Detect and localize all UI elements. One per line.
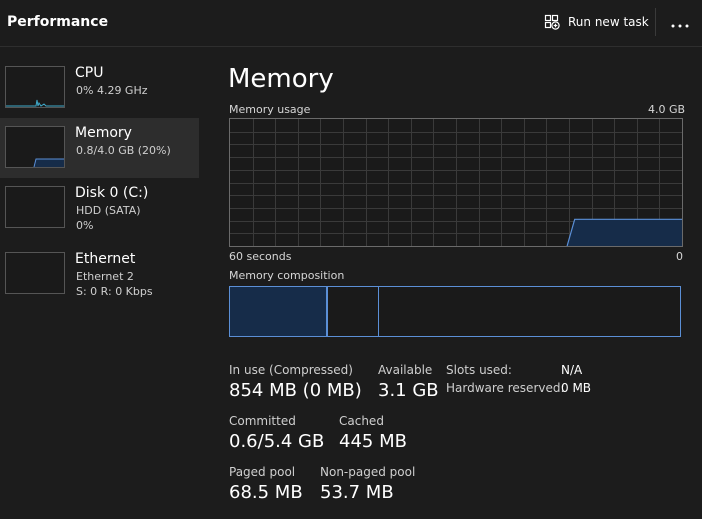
top-bar: Performance Run new task [0, 0, 702, 47]
stat-value: 0.6/5.4 GB [229, 431, 325, 452]
hardware-reserved-label: Hardware reserved: [446, 381, 565, 395]
memory-usage-graph [229, 118, 683, 247]
sidebar-item-memory[interactable]: Memory 0.8/4.0 GB (20%) [0, 118, 199, 178]
performance-sidebar: CPU 0% 4.29 GHz Memory 0.8/4.0 GB (20%) … [0, 58, 199, 298]
sidebar-item-disk[interactable]: Disk 0 (C:) HDD (SATA) 0% [0, 178, 199, 238]
sidebar-item-detail-2: 0% [76, 219, 94, 232]
memory-composition-label: Memory composition [229, 269, 345, 282]
more-icon [671, 13, 689, 32]
stat-value: 53.7 MB [320, 482, 394, 503]
composition-standby [328, 287, 379, 336]
toolbar-divider [655, 8, 656, 36]
sidebar-item-detail: Ethernet 2 [76, 270, 134, 283]
ethernet-thumbnail-graph [5, 252, 65, 294]
time-span-label: 60 seconds [229, 250, 292, 263]
memory-usage-area [567, 219, 682, 246]
memory-usage-label: Memory usage [229, 103, 311, 116]
run-new-task-label: Run new task [568, 15, 649, 29]
slots-used-value: N/A [561, 363, 583, 377]
stat-label: Paged pool [229, 465, 296, 479]
stat-label: In use (Compressed) [229, 363, 353, 377]
stat-label: Available [378, 363, 433, 377]
stat-label: Cached [339, 414, 384, 428]
memory-usage-max: 4.0 GB [648, 103, 686, 116]
stat-paged-pool: Paged pool 68.5 MB [229, 465, 303, 503]
composition-in-use [230, 287, 327, 336]
sidebar-item-detail: 0.8/4.0 GB (20%) [76, 144, 171, 157]
stat-value: 68.5 MB [229, 482, 303, 503]
more-options-button[interactable] [665, 8, 695, 36]
run-task-icon [544, 14, 560, 30]
stat-value: 854 MB (0 MB) [229, 380, 362, 401]
memory-usage-chart [230, 119, 682, 247]
stat-value: 3.1 GB [378, 380, 439, 401]
stat-in-use: In use (Compressed) 854 MB (0 MB) [229, 363, 362, 401]
stat-label: Non-paged pool [320, 465, 416, 479]
memory-thumbnail-graph [5, 126, 65, 168]
disk-thumbnail-graph [5, 186, 65, 228]
slots-used-label: Slots used: [446, 363, 512, 377]
section-title: Memory [228, 64, 334, 94]
sidebar-item-ethernet[interactable]: Ethernet Ethernet 2 S: 0 R: 0 Kbps [0, 244, 199, 304]
sidebar-item-detail-2: S: 0 R: 0 Kbps [76, 285, 153, 298]
run-new-task-button[interactable]: Run new task [538, 8, 655, 36]
sidebar-item-cpu[interactable]: CPU 0% 4.29 GHz [0, 58, 199, 118]
hardware-reserved-value: 0 MB [561, 381, 592, 395]
stat-label: Committed [229, 414, 296, 428]
stat-non-paged-pool: Non-paged pool 53.7 MB [320, 465, 415, 503]
sidebar-item-label: Memory [75, 125, 132, 141]
sidebar-item-detail: 0% 4.29 GHz [76, 84, 148, 97]
stat-value: 445 MB [339, 431, 407, 452]
time-end-label: 0 [676, 250, 683, 263]
memory-composition-bar [229, 286, 681, 337]
cpu-thumbnail-graph [5, 66, 65, 108]
page-title: Performance [7, 14, 109, 30]
sidebar-item-label: CPU [75, 65, 104, 81]
stat-cached: Cached 445 MB [339, 414, 407, 452]
stat-available: Available 3.1 GB [378, 363, 439, 401]
sidebar-item-detail: HDD (SATA) [76, 204, 141, 217]
sidebar-item-label: Disk 0 (C:) [75, 185, 149, 201]
stat-committed: Committed 0.6/5.4 GB [229, 414, 324, 452]
sidebar-item-label: Ethernet [75, 251, 136, 267]
